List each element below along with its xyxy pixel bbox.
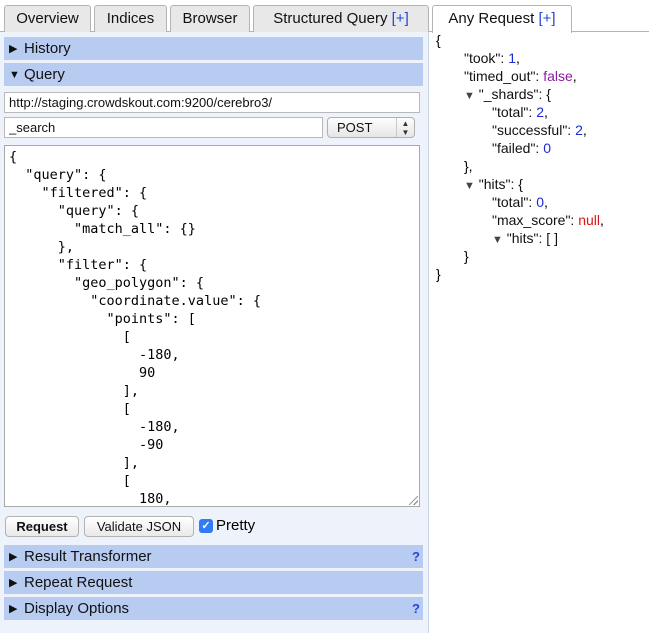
- resize-handle-icon[interactable]: [409, 496, 418, 505]
- json-took: "took": 1,: [464, 50, 520, 66]
- tab-label: Indices: [106, 10, 155, 27]
- pretty-checkbox[interactable]: ✓: [199, 519, 213, 533]
- triangle-down-icon: ▼: [9, 69, 20, 81]
- query-section-header[interactable]: ▼ Query: [4, 63, 423, 87]
- add-structured-query-link[interactable]: [+]: [392, 10, 409, 27]
- tab-label: Any Request: [448, 10, 535, 27]
- history-section-header[interactable]: ▶ History: [4, 37, 423, 61]
- help-icon[interactable]: ?: [412, 597, 420, 621]
- triangle-down-icon[interactable]: ▼: [464, 180, 475, 192]
- json-close-shards: },: [464, 158, 473, 174]
- request-body-text: { "query": { "filtered": { "query": { "m…: [9, 149, 261, 507]
- tab-indices[interactable]: Indices: [94, 5, 167, 32]
- json-open-brace: {: [436, 32, 441, 48]
- json-hits-array[interactable]: ▼ "hits": [ ]: [492, 229, 558, 249]
- button-label: Request: [16, 519, 68, 534]
- section-label: Query: [24, 66, 65, 83]
- validate-json-button[interactable]: Validate JSON: [84, 516, 194, 537]
- tab-overview[interactable]: Overview: [4, 5, 91, 32]
- method-select-value: POST: [337, 120, 373, 135]
- tab-any-request[interactable]: Any Request [+]: [432, 5, 572, 33]
- request-panel: ▶ History ▼ Query POST ▲▼ { "query": { "…: [0, 32, 429, 633]
- tab-label: Browser: [182, 10, 238, 27]
- json-hits-total: "total": 0,: [492, 194, 548, 210]
- base-url-input[interactable]: [4, 92, 420, 113]
- request-body-editor[interactable]: { "query": { "filtered": { "query": { "m…: [4, 145, 420, 507]
- triangle-down-icon[interactable]: ▼: [492, 234, 503, 246]
- section-label: Display Options: [24, 600, 130, 617]
- tab-browser[interactable]: Browser: [170, 5, 250, 32]
- json-timed-out: "timed_out": false,: [464, 68, 577, 84]
- section-label: Repeat Request: [24, 574, 133, 591]
- json-shards-successful: "successful": 2,: [492, 122, 587, 138]
- path-input[interactable]: [4, 117, 323, 138]
- json-close-hits: }: [464, 248, 469, 264]
- json-max-score: "max_score": null,: [492, 212, 604, 228]
- up-down-arrows-icon: ▲ ▼: [396, 118, 414, 137]
- checkmark-icon: ✓: [201, 520, 211, 532]
- add-any-request-link[interactable]: [+]: [538, 10, 555, 27]
- tab-label: Structured Query: [273, 10, 388, 27]
- section-label: History: [24, 40, 71, 57]
- json-shards-failed: "failed": 0: [492, 140, 551, 156]
- repeat-request-section-header[interactable]: ▶ Repeat Request: [4, 571, 423, 595]
- triangle-down-icon[interactable]: ▼: [464, 90, 475, 102]
- tab-label: Overview: [16, 10, 79, 27]
- triangle-right-icon: ▶: [9, 603, 18, 615]
- json-shards-total: "total": 2,: [492, 104, 548, 120]
- tab-bar: Overview Indices Browser Structured Quer…: [0, 0, 649, 33]
- json-close-brace: }: [436, 266, 441, 282]
- response-viewer: { "took": 1, "timed_out": false, ▼ "_sha…: [430, 32, 649, 633]
- section-label: Result Transformer: [24, 548, 152, 565]
- help-icon[interactable]: ?: [412, 545, 420, 569]
- display-options-section-header[interactable]: ▶ Display Options ?: [4, 597, 423, 621]
- triangle-right-icon: ▶: [9, 551, 18, 563]
- triangle-right-icon: ▶: [9, 43, 18, 55]
- tab-structured-query[interactable]: Structured Query [+]: [253, 5, 429, 32]
- pretty-label: Pretty: [216, 517, 256, 534]
- result-transformer-section-header[interactable]: ▶ Result Transformer ?: [4, 545, 423, 569]
- method-select[interactable]: POST ▲ ▼: [327, 117, 415, 138]
- request-button[interactable]: Request: [5, 516, 79, 537]
- triangle-right-icon: ▶: [9, 577, 18, 589]
- button-label: Validate JSON: [96, 519, 182, 534]
